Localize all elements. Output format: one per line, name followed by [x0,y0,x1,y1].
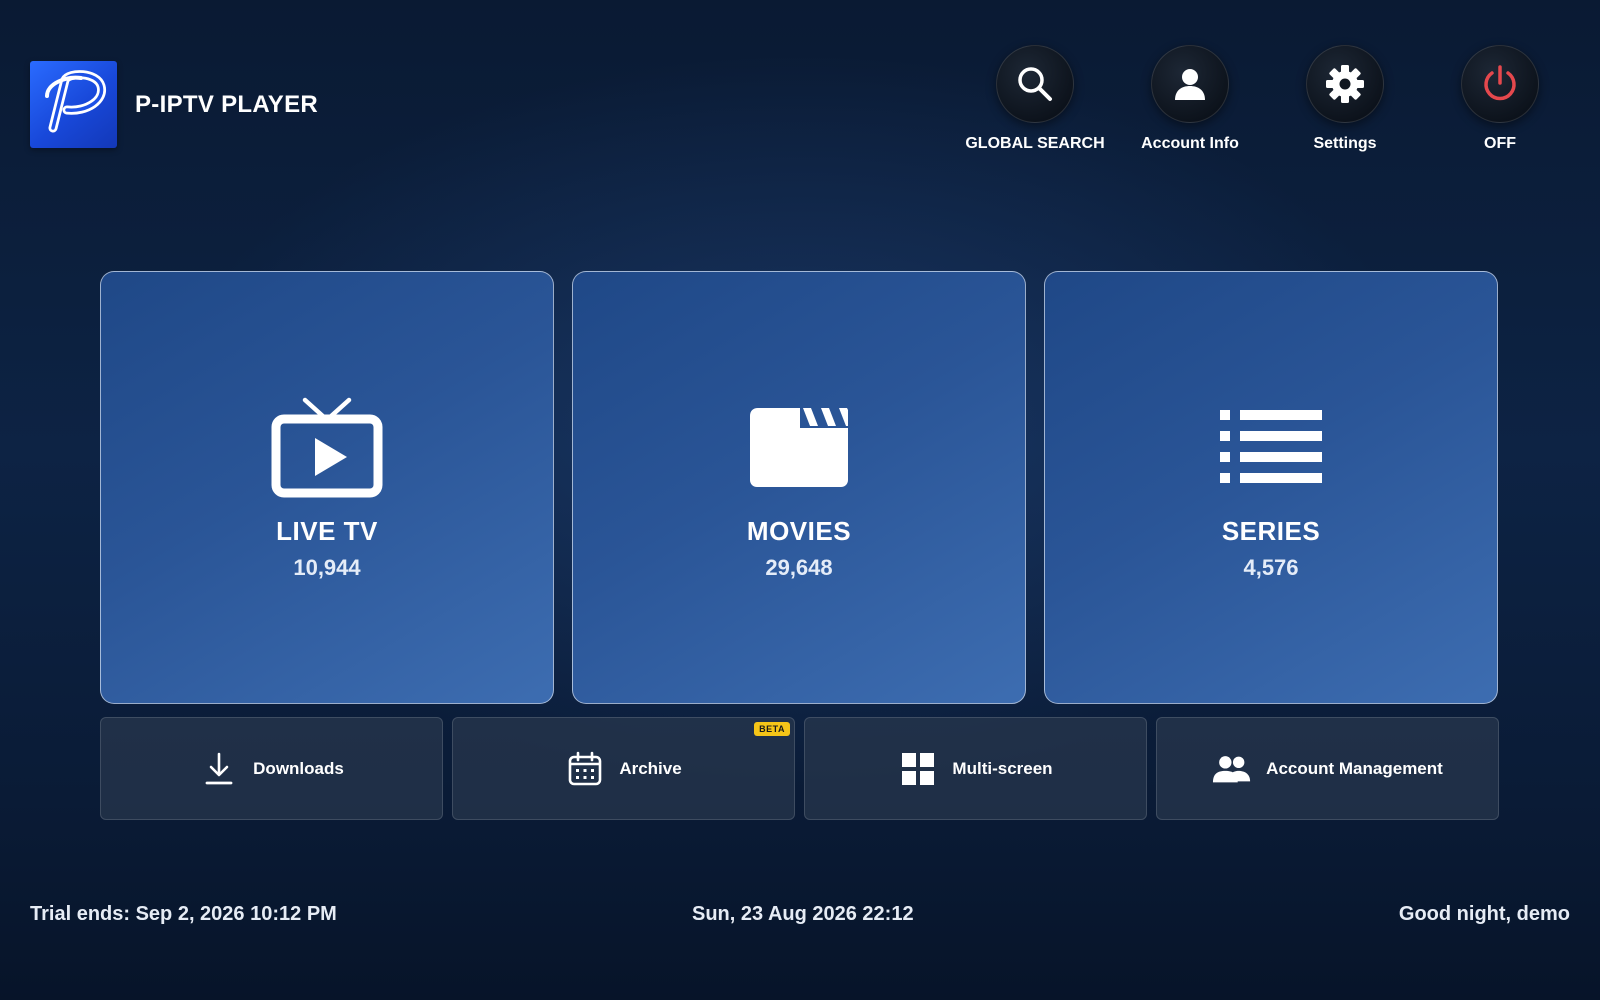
power-icon [1484,65,1516,101]
series-card[interactable]: SERIES 4,576 [1044,271,1498,704]
tv-icon [271,397,383,498]
secondary-tiles: Downloads BETA Archive Multi-screen Acco… [100,717,1500,821]
series-count: 4,576 [1243,555,1299,580]
archive-tile[interactable]: BETA Archive [452,717,795,820]
grid-icon [902,752,935,785]
account-info-button[interactable]: Account Info [1110,45,1270,153]
header-actions: GLOBAL SEARCH Account Info Settings OFF [0,45,1600,155]
current-datetime: Sun, 23 Aug 2026 22:12 [692,903,914,925]
settings-label: Settings [1313,135,1377,152]
greeting-text: Good night, demo [1398,903,1570,925]
account-management-label: Account Management [1266,758,1443,778]
beta-badge: BETA [754,722,790,736]
users-icon [1213,755,1251,782]
multi-screen-tile[interactable]: Multi-screen [804,717,1147,820]
live-tv-count: 10,944 [293,555,361,580]
list-icon [1220,410,1322,483]
search-icon [1018,67,1052,101]
multi-screen-label: Multi-screen [952,758,1053,778]
global-search-button[interactable]: GLOBAL SEARCH [955,45,1115,153]
movies-card[interactable]: MOVIES 29,648 [572,271,1026,704]
live-tv-card[interactable]: LIVE TV 10,944 [100,271,554,704]
account-info-label: Account Info [1141,135,1239,152]
movies-title: MOVIES [746,516,852,546]
settings-button[interactable]: Settings [1265,45,1425,153]
download-icon [205,752,233,784]
gear-icon [1326,65,1364,103]
downloads-tile[interactable]: Downloads [100,717,443,820]
clapperboard-icon [750,408,848,487]
live-tv-title: LIVE TV [276,516,378,546]
movies-count: 29,648 [765,555,833,580]
account-management-tile[interactable]: Account Management [1156,717,1499,820]
user-icon [1175,69,1205,100]
global-search-label: GLOBAL SEARCH [965,135,1105,152]
category-cards: LIVE TV 10,944 MOVIES 29,648 SERIES 4,57… [100,271,1500,706]
series-title: SERIES [1221,516,1321,546]
power-off-button[interactable]: OFF [1420,45,1580,153]
archive-label: Archive [619,758,682,778]
trial-end-text: Trial ends: Sep 2, 2026 10:12 PM [30,903,337,925]
calendar-icon [569,751,602,785]
power-off-label: OFF [1484,135,1516,152]
downloads-label: Downloads [253,758,344,778]
